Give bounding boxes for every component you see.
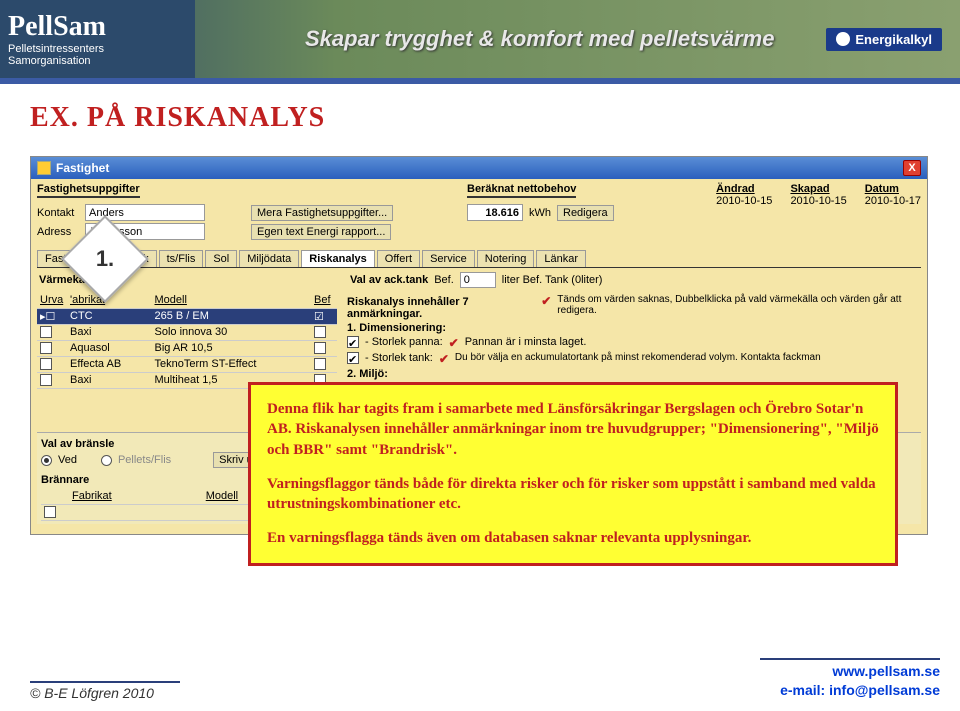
step-number: 1. (62, 216, 148, 302)
tab-miljodata[interactable]: Miljödata (239, 250, 299, 267)
miljo-heading: 2. Miljö: (347, 368, 921, 380)
tab-sol[interactable]: Sol (205, 250, 237, 267)
cell-fabr: CTC (67, 308, 152, 324)
overlay-p2: Varningsflaggor tänds både för direkta r… (267, 474, 879, 515)
ved-label: Ved (58, 454, 77, 466)
bef-label: Bef. (434, 274, 454, 286)
liter-label: liter Bef. Tank (0liter) (502, 274, 603, 286)
pellets-label: Pellets/Flis (118, 454, 171, 466)
th-bfabrikat: Fabrikat (69, 488, 203, 504)
slide-heading: EX. PÅ RISKANALYS (30, 102, 960, 134)
redigera-button[interactable]: Redigera (557, 205, 614, 221)
dim1-note: Pannan är i minsta laget. (465, 336, 587, 348)
warning-icon: ✔ (449, 336, 459, 350)
cell-modell: Solo innova 30 (152, 324, 312, 340)
step-badge: 1. (62, 216, 148, 302)
risk-note: Tänds om värden saknas, Dubbelklicka på … (557, 294, 921, 316)
overlay-p3: En varningsflagga tänds även om database… (267, 528, 879, 548)
th-bef: Bef (311, 292, 337, 308)
datum-h: Datum (865, 183, 921, 195)
bef-field[interactable]: 0 (460, 272, 496, 288)
section-fastighet: Fastighetsuppgifter (37, 183, 140, 198)
table-row[interactable]: Baxi Solo innova 30 (37, 324, 337, 340)
cell-modell: 265 B / EM (152, 308, 312, 324)
andrad-h: Ändrad (716, 183, 772, 195)
tab-service[interactable]: Service (422, 250, 475, 267)
radio-ved[interactable] (41, 455, 52, 466)
window-title: Fastighet (56, 161, 109, 175)
warning-icon: ✔ (541, 294, 551, 308)
egen-button[interactable]: Egen text Energi rapport... (251, 224, 391, 240)
check-storlek-tank[interactable]: ✔ (347, 352, 359, 364)
copyright: © B-E Löfgren 2010 (30, 685, 154, 701)
slide-footer: © B-E Löfgren 2010 www.pellsam.se e-mail… (30, 658, 940, 701)
dim2-label: - Storlek tank: (365, 352, 433, 364)
banner-stripe (0, 78, 960, 84)
check-storlek-panna[interactable]: ✔ (347, 336, 359, 348)
cell-fabr: Aquasol (67, 340, 152, 356)
cell-fabr: Baxi (67, 372, 152, 388)
cell-fabr: Baxi (67, 324, 152, 340)
mera-button[interactable]: Mera Fastighetsuppgifter... (251, 205, 393, 221)
close-icon[interactable]: X (903, 160, 921, 176)
netto-label: Beräknat nettobehov (467, 183, 576, 198)
mail-link[interactable]: e-mail: info@pellsam.se (760, 681, 940, 701)
table-row[interactable]: Effecta AB TeknoTerm ST-Effect (37, 356, 337, 372)
skapad-h: Skapad (790, 183, 846, 195)
tab-bar: Fastighet Ved/Ack ts/Flis Sol Miljödata … (37, 250, 921, 268)
logo-sub2: Samorganisation (8, 55, 187, 67)
logo-brand: PellSam (8, 11, 187, 43)
cell-modell: TeknoTerm ST-Effect (152, 356, 312, 372)
netto-value: 18.616 (467, 204, 523, 221)
skapad-v: 2010-10-15 (790, 195, 846, 207)
site-link[interactable]: www.pellsam.se (760, 662, 940, 682)
energikalkyl-badge: Energikalkyl (826, 28, 942, 51)
th-modell: Modell (152, 292, 312, 308)
valack-label: Val av ack.tank (350, 274, 428, 286)
radio-pellets[interactable] (101, 455, 112, 466)
dim2-note: Du bör välja en ackumulatortank på minst… (455, 352, 821, 363)
gauge-icon (836, 32, 850, 46)
cell-modell: Big AR 10,5 (152, 340, 312, 356)
warning-icon: ✔ (439, 352, 449, 366)
logo-sub1: Pelletsintressenters (8, 43, 187, 55)
tab-lankar[interactable]: Länkar (536, 250, 586, 267)
datum-v: 2010-10-17 (865, 195, 921, 207)
dim-heading: 1. Dimensionering: (347, 322, 921, 334)
logo-block: PellSam Pelletsintressenters Samorganisa… (0, 0, 195, 78)
brannare-label: Brännare (41, 474, 89, 486)
dates-block: Ändrad2010-10-15 Skapad2010-10-15 Datum2… (716, 183, 921, 223)
table-row[interactable]: ▸☐ CTC 265 B / EM ☑ (37, 308, 337, 324)
andrad-v: 2010-10-15 (716, 195, 772, 207)
window-titlebar: Fastighet X (31, 157, 927, 179)
bransle-label: Val av bränsle (41, 438, 114, 450)
cell-bef: ☑ (311, 308, 337, 324)
tab-riskanalys[interactable]: Riskanalys (301, 250, 374, 267)
netto-unit: kWh (529, 207, 551, 219)
heatsource-table: Urva 'abrikat Modell Bef ▸☐ CTC 265 B / … (37, 292, 337, 389)
risk-header: Riskanalys innehåller 7 anmärkningar. (347, 296, 535, 320)
tab-notering[interactable]: Notering (477, 250, 535, 267)
top-banner: PellSam Pelletsintressenters Samorganisa… (0, 0, 960, 78)
tab-tsflis[interactable]: ts/Flis (159, 250, 204, 267)
dim1-label: - Storlek panna: (365, 336, 443, 348)
info-overlay: Denna flik har tagits fram i samarbete m… (248, 382, 898, 566)
tab-offert[interactable]: Offert (377, 250, 420, 267)
slogan: Skapar trygghet & komfort med pelletsvär… (195, 26, 826, 52)
energikalkyl-label: Energikalkyl (855, 32, 932, 47)
table-row[interactable]: Aquasol Big AR 10,5 (37, 340, 337, 356)
window-icon (37, 161, 51, 175)
cell-fabr: Effecta AB (67, 356, 152, 372)
overlay-p1: Denna flik har tagits fram i samarbete m… (267, 399, 879, 460)
